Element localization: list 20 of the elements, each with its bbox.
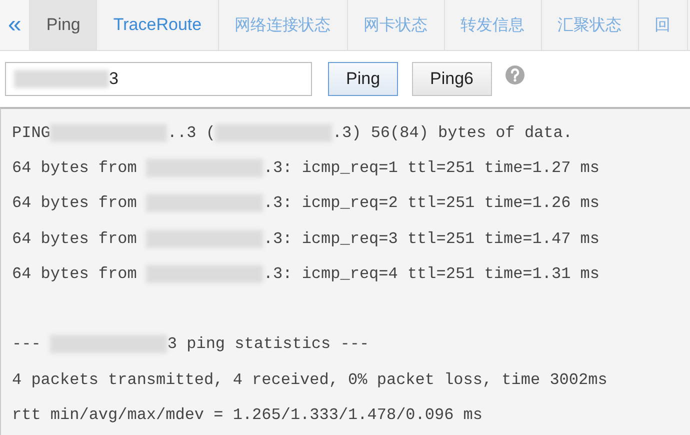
output-text: 64 bytes from <box>12 230 138 248</box>
help-icon[interactable] <box>504 65 525 85</box>
output-text: 4 packets transmitted, 4 received, 0% packet loss, time 3002ms <box>12 370 608 389</box>
output-text: ..3 ( <box>167 124 216 142</box>
output-text: PING <box>12 124 50 142</box>
output-text: rtt min/avg/max/mdev = 1.265/1.333/1.478/0.096 ms <box>12 406 482 424</box>
tab[interactable]: Ping <box>30 0 98 50</box>
output-text: .3: icmp_req=2 ttl=251 time=1.26 ms <box>263 194 600 212</box>
ping-button[interactable]: Ping6 <box>412 62 492 96</box>
output-text: .3: icmp_req=1 ttl=251 time=1.27 ms <box>263 158 600 177</box>
output-text: .3) 56(84) bytes of data. <box>332 124 572 142</box>
output-text: 64 bytes from <box>12 194 138 212</box>
ping-button[interactable]: Ping <box>328 62 398 96</box>
output-text: --- <box>12 335 42 354</box>
output-text: 3 ping statistics --- <box>167 335 370 354</box>
output-text: 64 bytes from <box>12 264 138 283</box>
output-text: .3: icmp_req=4 ttl=251 time=1.31 ms <box>263 264 600 283</box>
output-text: 64 bytes from <box>12 158 138 177</box>
address-field[interactable]: 3 <box>5 62 312 96</box>
output-text: .3: icmp_req=3 ttl=251 time=1.47 ms <box>263 230 600 248</box>
